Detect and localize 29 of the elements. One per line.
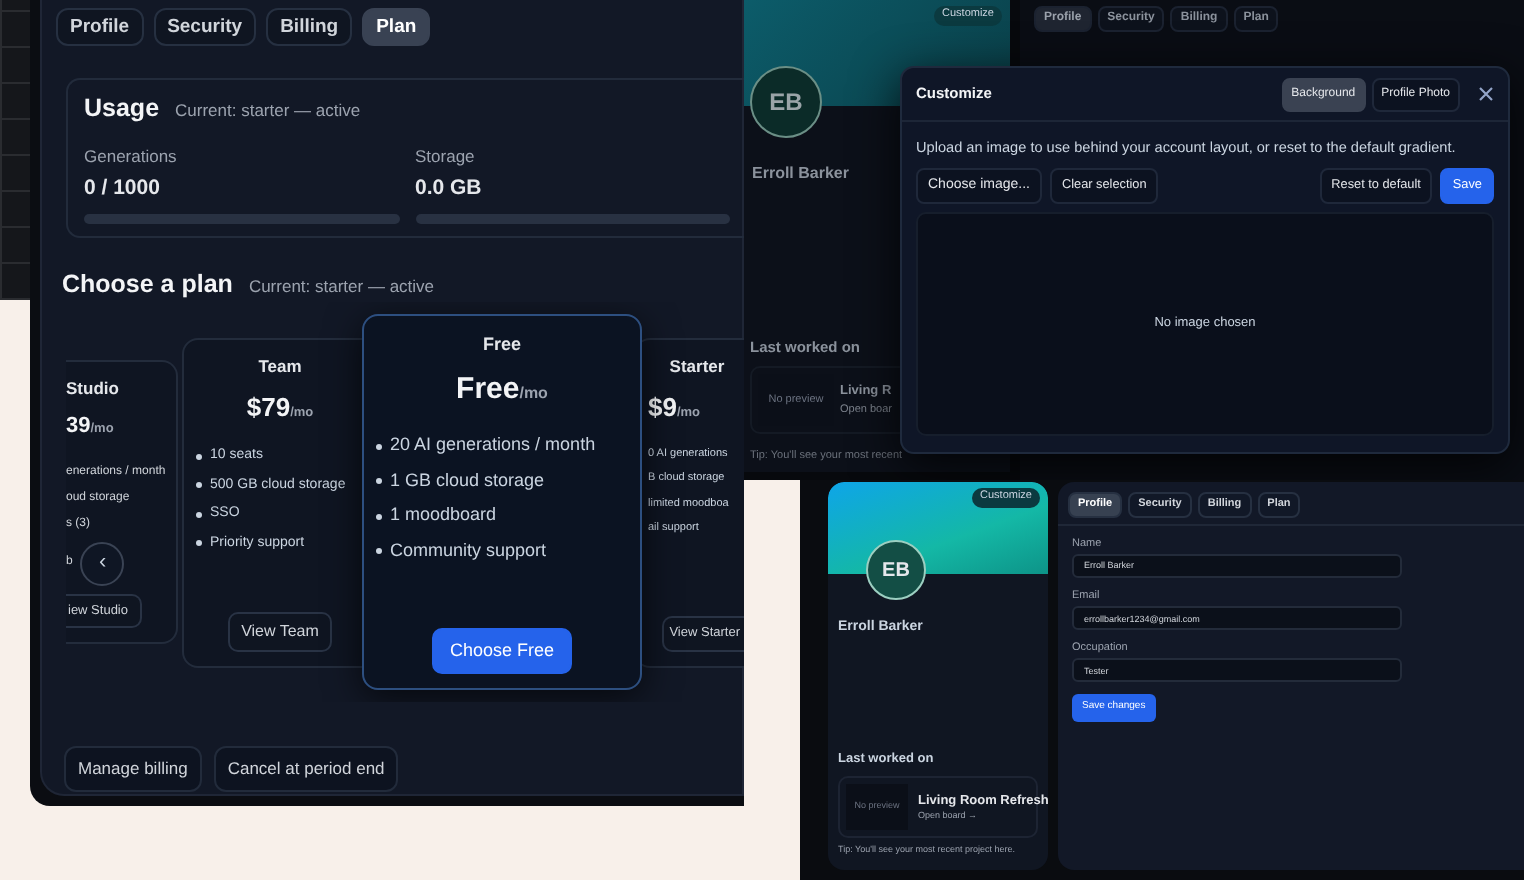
tab[interactable]: Plan: [362, 8, 431, 47]
section-title: Usage: [84, 92, 160, 127]
avatar: EB: [866, 540, 926, 600]
tab[interactable]: Security: [153, 8, 257, 47]
carousel-prev-button[interactable]: ‹: [80, 541, 125, 586]
user-name: Erroll Barker: [752, 162, 849, 186]
action-button[interactable]: Cancel at period end: [213, 746, 399, 793]
metric-label: Generations: [84, 144, 179, 170]
feature-item: 1 moodboard: [376, 502, 497, 530]
feature-item: 1 GB cloud storage: [376, 467, 545, 495]
tab[interactable]: Profile: [56, 8, 144, 47]
avatar: EB: [750, 66, 822, 138]
tab[interactable]: Billing: [266, 8, 353, 47]
plan-status: Current: starter — active: [248, 273, 435, 299]
metric-label: Storage: [415, 144, 477, 170]
plan-name: Starter: [669, 353, 725, 380]
plan-name: Free: [482, 332, 521, 359]
feature-item: 20 AI generations / month: [376, 432, 596, 460]
plan-price: Free/mo: [456, 369, 548, 410]
metric-value: 0.0 GB: [415, 173, 484, 204]
section-title: Choose a plan: [62, 267, 233, 302]
plan-name: Team: [258, 353, 302, 380]
plan-button[interactable]: View Team: [227, 611, 333, 652]
metric-value: 0 / 1000: [84, 173, 162, 204]
action-button[interactable]: Manage billing: [64, 746, 202, 793]
feature-item: Community support: [376, 537, 547, 565]
plan-status: Current: starter — active: [175, 98, 361, 125]
plan-button[interactable]: Choose Free: [431, 627, 573, 675]
plan-name: Studio: [66, 376, 119, 403]
